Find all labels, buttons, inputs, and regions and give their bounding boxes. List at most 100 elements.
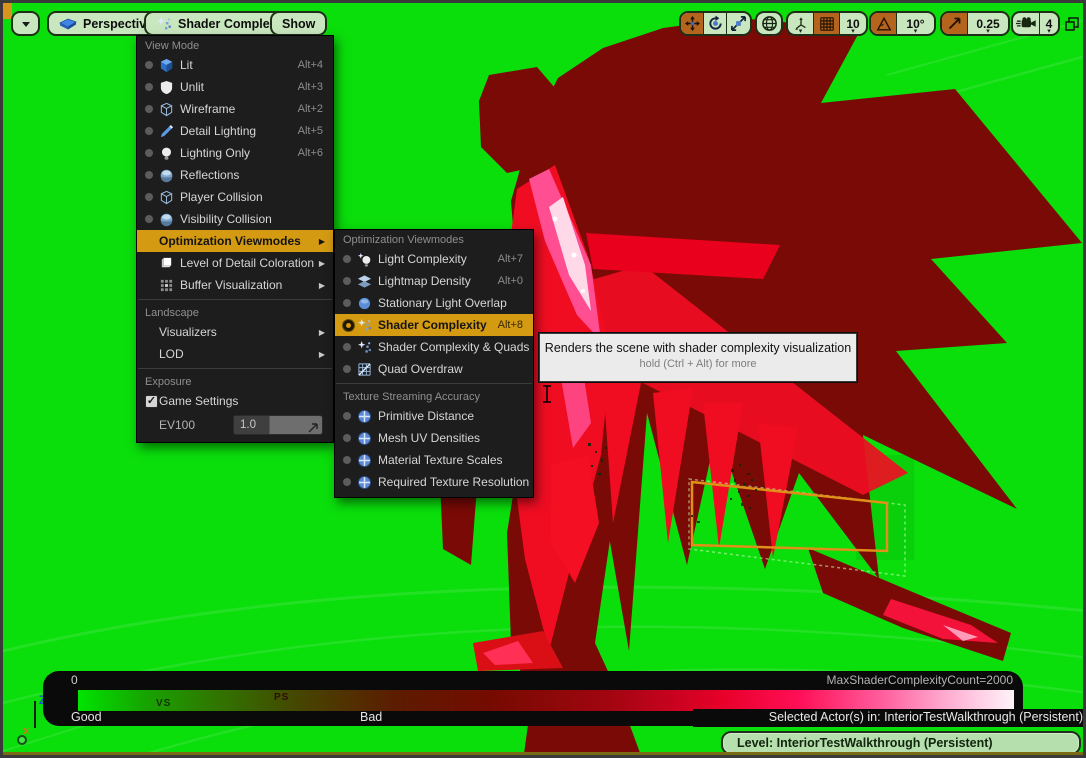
- submenu-arrow-icon: ▶: [319, 281, 327, 290]
- ev100-spinbox[interactable]: 1.0: [233, 415, 323, 435]
- rotate-tool-button[interactable]: [704, 13, 727, 34]
- menu-item-label: Visibility Collision: [180, 212, 327, 226]
- menu-item-light-complexity[interactable]: Light ComplexityAlt+7: [335, 248, 533, 270]
- menu-item-unlit[interactable]: UnlitAlt+3: [137, 76, 333, 98]
- menu-item-player-collision[interactable]: Player Collision: [137, 186, 333, 208]
- menu-item-label: Stationary Light Overlap: [378, 296, 527, 310]
- menu-item-lighting-only[interactable]: Lighting OnlyAlt+6: [137, 142, 333, 164]
- grid-snap-group: ▾ 10 ▾: [786, 11, 868, 36]
- rotation-snap-value-dropdown[interactable]: 10° ▾: [897, 13, 934, 34]
- menu-item-mesh-uv-densities[interactable]: Mesh UV Densities: [335, 427, 533, 449]
- show-label: Show: [282, 17, 315, 31]
- landscape-section-title: Landscape: [137, 303, 333, 321]
- radio-icon: [343, 434, 351, 442]
- submenu-arrow-icon: ▶: [319, 237, 327, 246]
- show-button[interactable]: Show: [270, 11, 327, 36]
- view-mode-menu-title: View Mode: [137, 36, 333, 54]
- menu-item-lightmap-density[interactable]: Lightmap DensityAlt+0: [335, 270, 533, 292]
- radio-icon: [145, 149, 153, 157]
- radio-icon: [343, 299, 351, 307]
- scale-snap-value-dropdown[interactable]: 0.25 ▾: [968, 13, 1008, 34]
- menu-item-material-texture-scales[interactable]: Material Texture Scales: [335, 449, 533, 471]
- menu-item-level-of-detail-coloration[interactable]: Level of Detail Coloration▶: [137, 252, 333, 274]
- restore-icon: [1064, 16, 1080, 32]
- menu-item-quad-overdraw[interactable]: Quad Overdraw: [335, 358, 533, 380]
- menu-item-label: Reflections: [180, 168, 327, 182]
- menu-item-label: Light Complexity: [378, 252, 498, 266]
- menu-item-visualizers[interactable]: Visualizers▶: [137, 321, 333, 343]
- camera-icon: [1016, 16, 1037, 31]
- radio-icon: [343, 365, 351, 373]
- z-axis-line: [34, 701, 36, 728]
- menu-item-reflections[interactable]: Reflections: [137, 164, 333, 186]
- angle-snap-icon: [876, 16, 892, 32]
- menu-item-lod[interactable]: LOD▶: [137, 343, 333, 365]
- menu-item-label: Lighting Only: [180, 146, 298, 160]
- menu-item-visibility-collision[interactable]: Visibility Collision: [137, 208, 333, 230]
- menu-separator: [138, 299, 332, 300]
- surface-snap-button[interactable]: ▾: [788, 13, 814, 34]
- menu-item-buffer-visualization[interactable]: Buffer Visualization▶: [137, 274, 333, 296]
- radio-icon: [145, 127, 153, 135]
- ev100-row: EV100 1.0: [137, 412, 333, 438]
- rotation-snap-toggle[interactable]: [871, 13, 897, 34]
- move-tool-button[interactable]: [681, 13, 704, 34]
- scale-snap-toggle[interactable]: [942, 13, 968, 34]
- bad-label: Bad: [360, 710, 382, 724]
- submenu-arrow-icon: ▶: [319, 350, 327, 359]
- radio-icon: [343, 343, 351, 351]
- camera-speed-button[interactable]: [1013, 13, 1040, 34]
- menu-item-optimization-viewmodes[interactable]: Optimization Viewmodes▶: [137, 230, 333, 252]
- menu-item-primitive-distance[interactable]: Primitive Distance: [335, 405, 533, 427]
- menu-item-lit[interactable]: LitAlt+4: [137, 54, 333, 76]
- level-badge-text: Level: InteriorTestWalkthrough (Persiste…: [723, 736, 993, 750]
- viewport-options-button[interactable]: [11, 11, 40, 36]
- streaming-accuracy-icon: [357, 431, 378, 446]
- radio-icon: [145, 61, 153, 69]
- menu-item-shader-complexity-quads[interactable]: Shader Complexity & Quads: [335, 336, 533, 358]
- menu-item-label: Visualizers: [159, 325, 319, 339]
- optimization-viewmodes-submenu: Optimization Viewmodes Light ComplexityA…: [334, 229, 534, 498]
- world-coordinate-button[interactable]: [757, 13, 781, 34]
- checkbox-checked-icon[interactable]: ✓: [145, 395, 158, 408]
- menu-item-stationary-light-overlap[interactable]: Stationary Light Overlap: [335, 292, 533, 314]
- tooltip-text: Renders the scene with shader complexity…: [540, 341, 856, 355]
- tooltip: Renders the scene with shader complexity…: [539, 333, 857, 382]
- grid-snap-icon: [819, 16, 835, 32]
- selected-actors-strip: Selected Actor(s) in: InteriorTestWalkth…: [693, 709, 1086, 727]
- radio-icon: [343, 255, 351, 263]
- menu-item-required-texture-resolution[interactable]: Required Texture Resolution: [335, 471, 533, 493]
- grid-snap-toggle[interactable]: [814, 13, 840, 34]
- view-mode-menu: View Mode LitAlt+4UnlitAlt+3WireframeAlt…: [136, 35, 334, 443]
- camera-speed-group: 4 ▾: [1011, 11, 1060, 36]
- scale-tool-button[interactable]: [727, 13, 750, 34]
- menu-item-label: Detail Lighting: [180, 124, 298, 138]
- detail-lighting-pen-icon: [159, 124, 180, 139]
- radio-icon: [343, 478, 351, 486]
- lit-cube-icon: [159, 58, 180, 73]
- lod-coloration-cube-icon: [159, 256, 180, 271]
- character-model[interactable]: [440, 18, 1082, 758]
- viewport[interactable]: Perspective Shader Complexity Show ▾: [0, 0, 1086, 758]
- window-bottom-edge: [3, 752, 1083, 755]
- wireframe-cube-icon: [159, 102, 180, 117]
- buffer-visualization-grid-icon: [159, 278, 180, 293]
- radio-icon: [145, 171, 153, 179]
- menu-item-wireframe[interactable]: WireframeAlt+2: [137, 98, 333, 120]
- radio-icon: [145, 215, 153, 223]
- menu-item-label: Unlit: [180, 80, 298, 94]
- maximize-viewport-button[interactable]: [1064, 16, 1080, 32]
- ev100-value: 1.0: [234, 416, 270, 434]
- menu-item-shader-complexity[interactable]: Shader ComplexityAlt+8: [335, 314, 533, 336]
- globe-icon: [761, 15, 778, 32]
- menu-item-game-settings[interactable]: ✓Game Settings: [137, 390, 333, 412]
- grid-snap-value-dropdown[interactable]: 10 ▾: [840, 13, 866, 34]
- player-collision-cube-icon: [159, 190, 180, 205]
- rotation-snap-group: 10° ▾: [869, 11, 936, 36]
- menu-item-label: Material Texture Scales: [378, 453, 527, 467]
- camera-speed-value-dropdown[interactable]: 4 ▾: [1040, 13, 1058, 34]
- reflections-sphere-icon: [159, 168, 180, 183]
- menu-item-detail-lighting[interactable]: Detail LightingAlt+5: [137, 120, 333, 142]
- complexity-max-label: MaxShaderComplexityCount=2000: [827, 673, 1013, 687]
- tooltip-subtext: hold (Ctrl + Alt) for more: [540, 358, 856, 370]
